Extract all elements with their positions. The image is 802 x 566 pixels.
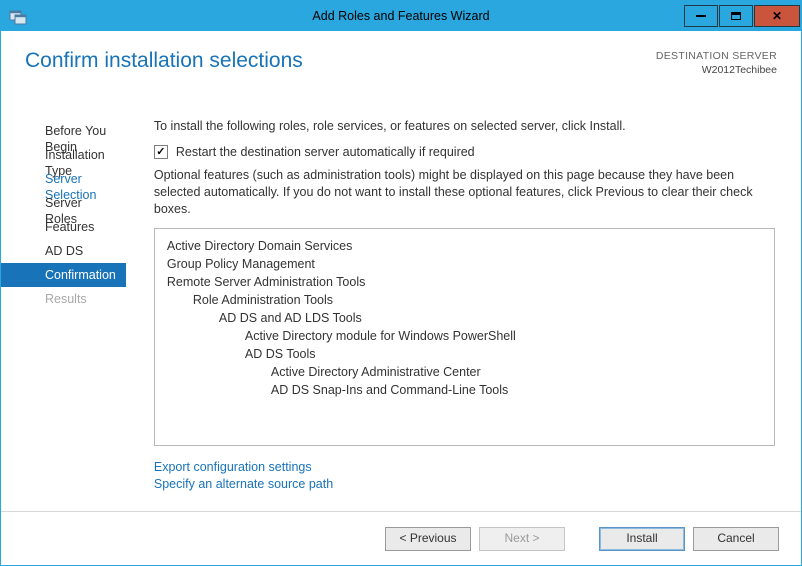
- feature-item: AD DS and AD LDS Tools: [167, 309, 762, 327]
- content-area: Before You Begin Installation Type Serve…: [1, 109, 801, 511]
- feature-item: Active Directory Administrative Center: [167, 363, 762, 381]
- feature-item: Active Directory module for Windows Powe…: [167, 327, 762, 345]
- feature-item: Role Administration Tools: [167, 291, 762, 309]
- wizard-footer: < Previous Next > Install Cancel: [1, 511, 801, 565]
- restart-checkbox[interactable]: [154, 145, 168, 159]
- main-panel: To install the following roles, role ser…: [126, 109, 801, 511]
- step-confirmation[interactable]: Confirmation: [1, 263, 126, 287]
- step-before-you-begin[interactable]: Before You Begin: [1, 119, 126, 143]
- minimize-button[interactable]: [684, 5, 718, 27]
- feature-item: AD DS Snap-Ins and Command-Line Tools: [167, 381, 762, 399]
- feature-item: Active Directory Domain Services: [167, 237, 762, 255]
- step-installation-type[interactable]: Installation Type: [1, 143, 126, 167]
- step-server-selection[interactable]: Server Selection: [1, 167, 126, 191]
- step-features[interactable]: Features: [1, 215, 126, 239]
- destination-label: DESTINATION SERVER: [656, 49, 777, 63]
- restart-label: Restart the destination server automatic…: [176, 145, 475, 159]
- feature-item: AD DS Tools: [167, 345, 762, 363]
- maximize-button[interactable]: [719, 5, 753, 27]
- install-button[interactable]: Install: [599, 527, 685, 551]
- destination-server: DESTINATION SERVER W2012Techibee: [656, 49, 777, 77]
- destination-host: W2012Techibee: [656, 63, 777, 77]
- close-button[interactable]: ✕: [754, 5, 800, 27]
- step-ad-ds[interactable]: AD DS: [1, 239, 126, 263]
- previous-button[interactable]: < Previous: [385, 527, 471, 551]
- instruction-text: To install the following roles, role ser…: [154, 119, 775, 133]
- window-buttons: ✕: [684, 5, 801, 27]
- step-server-roles[interactable]: Server Roles: [1, 191, 126, 215]
- title-bar: Add Roles and Features Wizard ✕: [1, 1, 801, 31]
- wizard-steps-sidebar: Before You Begin Installation Type Serve…: [1, 109, 126, 511]
- wizard-window: Add Roles and Features Wizard ✕ Confirm …: [0, 0, 802, 566]
- wizard-body: Confirm installation selections DESTINAT…: [1, 31, 801, 565]
- feature-item: Remote Server Administration Tools: [167, 273, 762, 291]
- step-results: Results: [1, 287, 126, 311]
- next-button: Next >: [479, 527, 565, 551]
- window-title: Add Roles and Features Wizard: [1, 9, 801, 23]
- page-title: Confirm installation selections: [25, 49, 303, 73]
- cancel-button[interactable]: Cancel: [693, 527, 779, 551]
- selected-features-list[interactable]: Active Directory Domain Services Group P…: [154, 228, 775, 446]
- header-row: Confirm installation selections DESTINAT…: [1, 31, 801, 109]
- feature-item: Group Policy Management: [167, 255, 762, 273]
- optional-features-text: Optional features (such as administratio…: [154, 167, 775, 218]
- app-icon: [5, 3, 31, 29]
- action-links: Export configuration settings Specify an…: [154, 460, 775, 494]
- export-config-link[interactable]: Export configuration settings: [154, 460, 775, 474]
- restart-row: Restart the destination server automatic…: [154, 145, 775, 159]
- alternate-source-link[interactable]: Specify an alternate source path: [154, 477, 775, 491]
